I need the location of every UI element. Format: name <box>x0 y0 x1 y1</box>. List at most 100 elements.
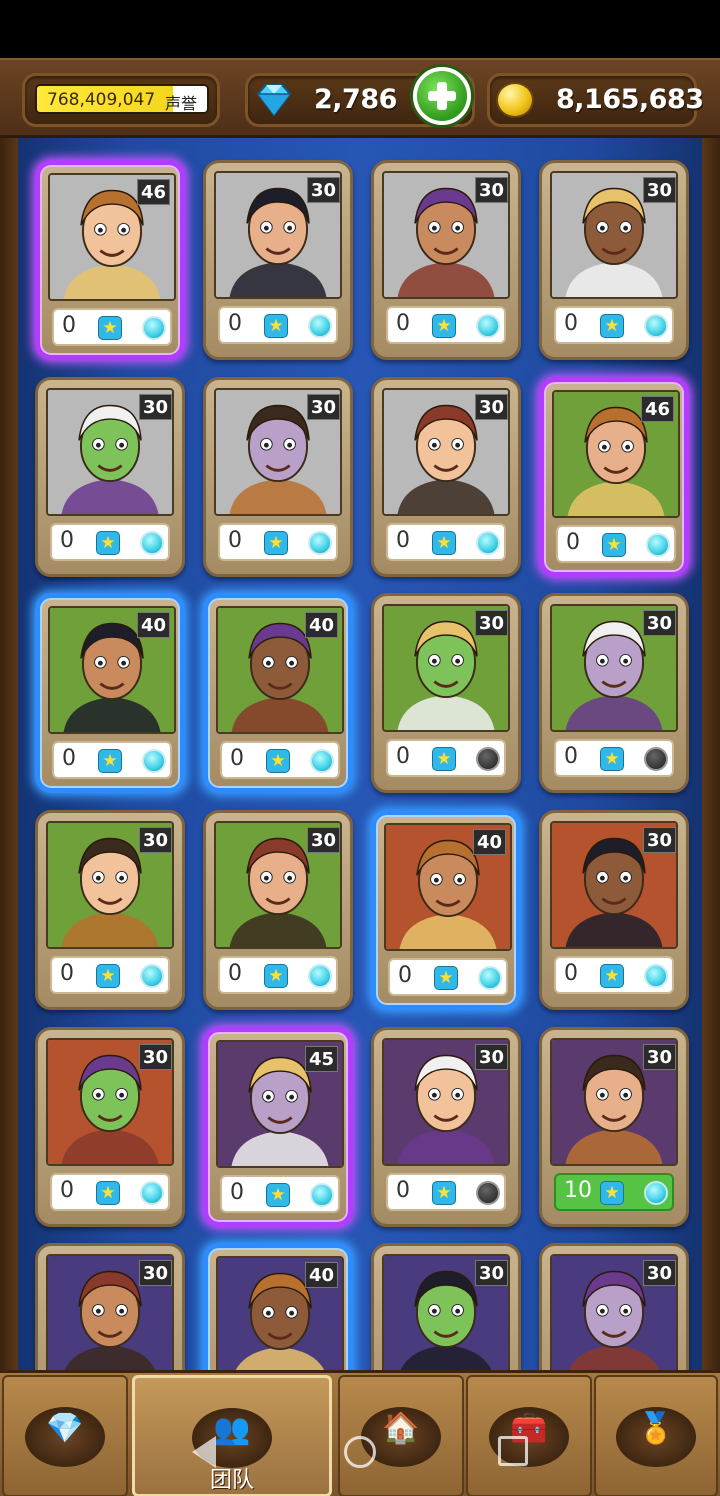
gem-slot-icon <box>308 531 332 555</box>
gem-slot-icon <box>142 749 166 773</box>
add-gems-button[interactable] <box>413 67 471 125</box>
medal-icon: 🏅 <box>637 1411 675 1446</box>
character-card[interactable]: 30 10 ★ <box>539 1027 689 1227</box>
gem-slot-icon <box>308 314 332 338</box>
gem-slot-icon <box>644 964 668 988</box>
star-count: 0 <box>230 1180 244 1205</box>
level-badge: 30 <box>642 610 676 636</box>
system-home-icon[interactable] <box>344 1436 376 1468</box>
character-card[interactable]: 30 0 ★ <box>203 810 353 1010</box>
character-card[interactable]: 46 0 ★ <box>539 377 689 577</box>
level-badge: 46 <box>136 179 170 205</box>
reputation-bar: 768,409,047 声誉 <box>35 84 209 114</box>
character-card[interactable]: 30 0 ★ <box>539 593 689 793</box>
system-back-icon[interactable] <box>192 1436 216 1468</box>
gem-slot-icon <box>644 1181 668 1205</box>
level-badge: 30 <box>138 394 172 420</box>
gem-slot-icon <box>140 1181 164 1205</box>
character-card[interactable]: 40 0 ★ <box>371 810 521 1010</box>
star-count: 0 <box>396 528 410 553</box>
card-stats: 0 ★ <box>386 306 506 344</box>
card-stats: 0 ★ <box>556 525 676 563</box>
card-stats: 0 ★ <box>52 308 172 346</box>
star-count: 0 <box>60 961 74 986</box>
star-icon: ★ <box>600 747 624 771</box>
gold-count: 8,165,683 <box>556 84 704 115</box>
level-badge: 30 <box>474 610 508 636</box>
reputation-panel: 768,409,047 声誉 <box>22 73 220 127</box>
level-badge: 40 <box>136 612 170 638</box>
card-stats: 0 ★ <box>386 739 506 777</box>
system-recents-icon[interactable] <box>498 1436 528 1466</box>
app-root: 768,409,047 声誉 2,786 8,165,683 46 0 ★ 30 0 ★ 3… <box>0 0 720 1496</box>
star-icon: ★ <box>98 749 122 773</box>
gem-slot-icon <box>476 1181 500 1205</box>
level-badge: 30 <box>642 1044 676 1070</box>
star-icon: ★ <box>432 531 456 555</box>
character-card[interactable]: 30 0 ★ <box>539 160 689 360</box>
card-stats: 10 ★ <box>554 1173 674 1211</box>
reputation-label: 声誉 <box>165 94 198 113</box>
card-stats: 0 ★ <box>554 956 674 994</box>
team-icon: 👥 <box>213 1412 251 1447</box>
diamond-icon <box>256 84 292 117</box>
level-badge: 30 <box>642 177 676 203</box>
character-card[interactable]: 40 0 ★ <box>35 593 185 793</box>
star-icon: ★ <box>96 1181 120 1205</box>
gem-slot-icon <box>476 747 500 771</box>
level-badge: 40 <box>304 1262 338 1288</box>
character-card[interactable]: 30 0 ★ <box>203 377 353 577</box>
character-card[interactable]: 30★ <box>539 1243 689 1370</box>
star-count: 0 <box>60 528 74 553</box>
star-icon: ★ <box>266 1183 290 1207</box>
character-card[interactable]: 30★ <box>35 1243 185 1370</box>
character-card[interactable]: 30 0 ★ <box>35 810 185 1010</box>
star-icon: ★ <box>264 964 288 988</box>
card-stats: 0 ★ <box>52 741 172 779</box>
nav-tab-gems[interactable]: 💎 <box>2 1375 128 1496</box>
star-count: 0 <box>564 744 578 769</box>
character-card[interactable]: 30 0 ★ <box>371 377 521 577</box>
star-icon: ★ <box>600 964 624 988</box>
character-card[interactable]: 40 0 ★ <box>203 593 353 793</box>
star-count: 10 <box>564 1178 592 1203</box>
level-badge: 30 <box>642 827 676 853</box>
card-stats: 0 ★ <box>554 306 674 344</box>
gem-slot-icon <box>478 966 502 990</box>
character-card[interactable]: 30 0 ★ <box>35 377 185 577</box>
star-icon: ★ <box>96 964 120 988</box>
character-grid-area[interactable]: 46 0 ★ 30 0 ★ 30 0 ★ 30 0 ★ 30 0 ★ 30 0 ★ 30 0 ★ 46 0 ★ 40 0 ★ 40 0 ★… <box>0 138 720 1370</box>
card-stats: 0 ★ <box>50 1173 170 1211</box>
level-badge: 30 <box>642 1260 676 1286</box>
character-card[interactable]: 30 0 ★ <box>539 810 689 1010</box>
character-card[interactable]: 45 0 ★ <box>203 1027 353 1227</box>
star-icon: ★ <box>600 1181 624 1205</box>
character-card[interactable]: 46 0 ★ <box>35 160 185 360</box>
star-icon: ★ <box>434 966 458 990</box>
character-card[interactable]: 30 0 ★ <box>203 160 353 360</box>
level-badge: 30 <box>474 177 508 203</box>
nav-tab-team[interactable]: 👥 团队 <box>132 1375 332 1496</box>
star-count: 0 <box>564 311 578 336</box>
character-card[interactable]: 30 0 ★ <box>371 593 521 793</box>
star-icon: ★ <box>264 314 288 338</box>
character-card[interactable]: 30 0 ★ <box>371 1027 521 1227</box>
gold-panel: 8,165,683 <box>487 73 704 127</box>
character-card[interactable]: 40★ <box>203 1243 353 1370</box>
bottom-nav: 💎 👥 团队 🏠 🧰 🏅 <box>0 1370 720 1496</box>
character-card[interactable]: 30 0 ★ <box>371 160 521 360</box>
character-card[interactable]: 30 0 ★ <box>35 1027 185 1227</box>
star-icon: ★ <box>432 314 456 338</box>
treasure-chest-icon: 🧰 <box>510 1411 548 1446</box>
star-icon: ★ <box>432 1181 456 1205</box>
star-count: 0 <box>566 530 580 555</box>
card-stats: 0 ★ <box>218 523 338 561</box>
level-badge: 30 <box>138 1044 172 1070</box>
nav-tab-medal[interactable]: 🏅 <box>594 1375 718 1496</box>
gems-icon: 💎 <box>46 1411 84 1446</box>
nav-tab-treasure-chest[interactable]: 🧰 <box>466 1375 592 1496</box>
gem-slot-icon <box>476 531 500 555</box>
star-count: 0 <box>228 311 242 336</box>
character-card[interactable]: 30★ <box>371 1243 521 1370</box>
star-count: 0 <box>398 963 412 988</box>
